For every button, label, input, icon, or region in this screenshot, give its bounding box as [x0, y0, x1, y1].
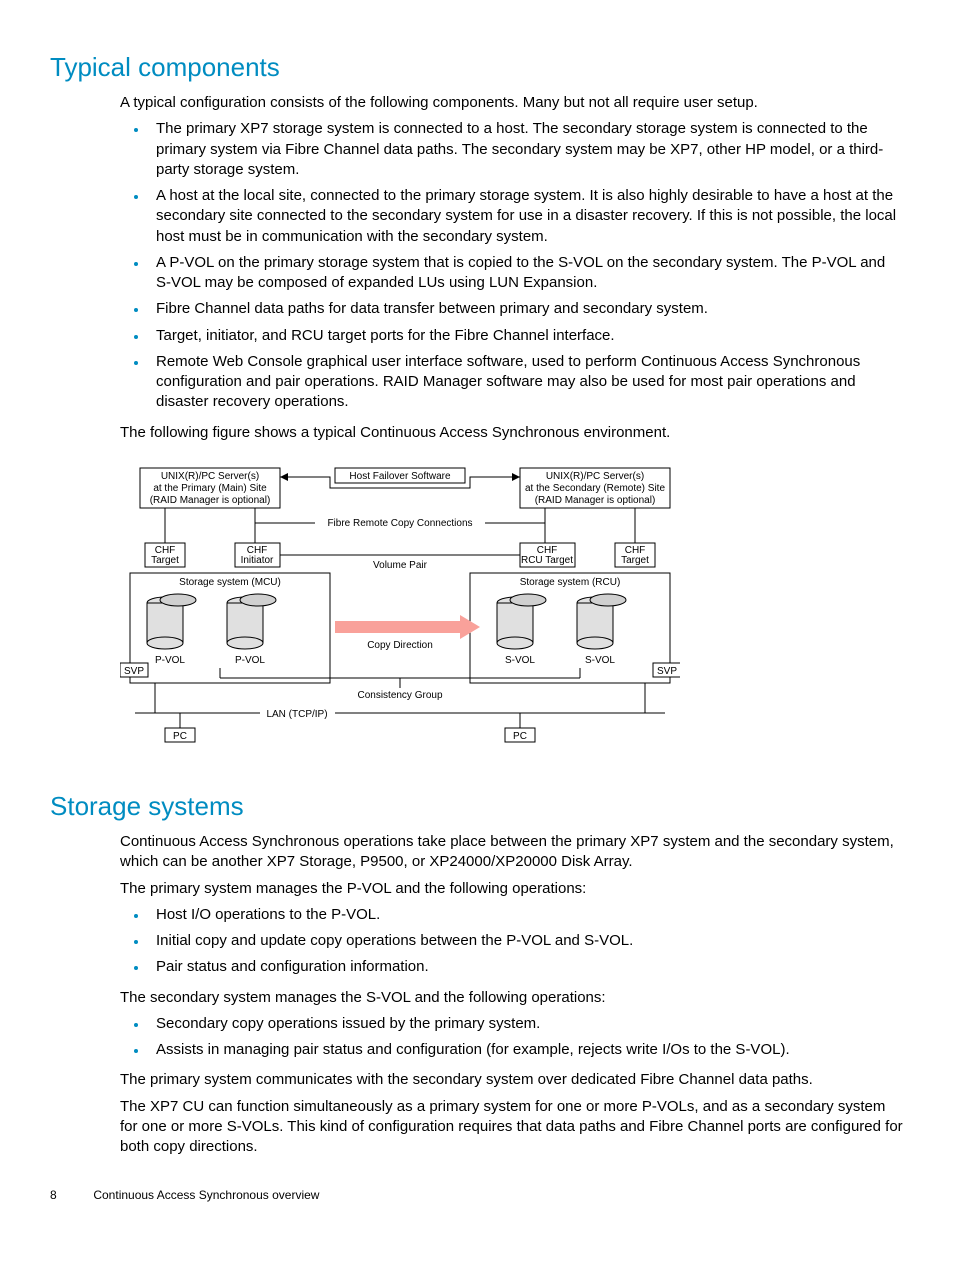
svg-label: UNIX(R)/PC Server(s): [161, 471, 259, 482]
paragraph: The primary system communicates with the…: [120, 1070, 904, 1090]
svg-label: S-VOL: [585, 655, 615, 666]
figure-caption: The following figure shows a typical Con…: [120, 423, 904, 443]
svg-label: Target: [151, 555, 179, 566]
svg-label: Initiator: [241, 555, 274, 566]
heading-typical-components: Typical components: [50, 50, 904, 85]
svg-label: S-VOL: [505, 655, 535, 666]
list-item: Initial copy and update copy operations …: [148, 931, 904, 951]
list-item: Assists in managing pair status and conf…: [148, 1040, 904, 1060]
svg-label: (RAID Manager is optional): [535, 495, 656, 506]
list-item: Secondary copy operations issued by the …: [148, 1014, 904, 1034]
svg-label: Copy Direction: [367, 640, 433, 651]
heading-storage-systems: Storage systems: [50, 789, 904, 824]
intro-text: A typical configuration consists of the …: [120, 93, 904, 113]
paragraph: The secondary system manages the S-VOL a…: [120, 988, 904, 1008]
svg-label: PC: [173, 731, 187, 742]
list-item: Fibre Channel data paths for data transf…: [148, 299, 904, 319]
svg-label: at the Secondary (Remote) Site: [525, 483, 666, 494]
svg-label: SVP: [657, 666, 677, 677]
svg-label: Target: [621, 555, 649, 566]
list-item: Host I/O operations to the P-VOL.: [148, 905, 904, 925]
svg-label: SVP: [124, 666, 144, 677]
svg-label: at the Primary (Main) Site: [153, 483, 267, 494]
page-number: 8: [50, 1187, 90, 1203]
primary-ops-list: Host I/O operations to the P-VOL. Initia…: [120, 905, 904, 978]
paragraph: Continuous Access Synchronous operations…: [120, 832, 904, 873]
component-list: The primary XP7 storage system is connec…: [120, 119, 904, 412]
svg-label: Storage system (MCU): [179, 577, 281, 588]
svg-label: RCU Target: [521, 555, 573, 566]
svg-label: PC: [513, 731, 527, 742]
svg-label: Host Failover Software: [349, 471, 451, 482]
list-item: Remote Web Console graphical user interf…: [148, 352, 904, 413]
svg-label: P-VOL: [155, 655, 185, 666]
svg-label: Volume Pair: [373, 560, 428, 571]
svg-label: Consistency Group: [357, 690, 442, 701]
footer-title: Continuous Access Synchronous overview: [93, 1188, 319, 1202]
svg-label: LAN (TCP/IP): [266, 709, 327, 720]
list-item: The primary XP7 storage system is connec…: [148, 119, 904, 180]
svg-label: UNIX(R)/PC Server(s): [546, 471, 644, 482]
paragraph: The XP7 CU can function simultaneously a…: [120, 1097, 904, 1158]
list-item: Pair status and configuration informatio…: [148, 957, 904, 977]
list-item: Target, initiator, and RCU target ports …: [148, 326, 904, 346]
svg-label: Fibre Remote Copy Connections: [327, 518, 472, 529]
svg-label: P-VOL: [235, 655, 265, 666]
secondary-ops-list: Secondary copy operations issued by the …: [120, 1014, 904, 1061]
list-item: A P-VOL on the primary storage system th…: [148, 253, 904, 294]
list-item: A host at the local site, connected to t…: [148, 186, 904, 247]
svg-label: (RAID Manager is optional): [150, 495, 271, 506]
paragraph: The primary system manages the P-VOL and…: [120, 879, 904, 899]
architecture-diagram: UNIX(R)/PC Server(s) at the Primary (Mai…: [120, 463, 904, 769]
svg-label: Storage system (RCU): [520, 577, 621, 588]
page-footer: 8 Continuous Access Synchronous overview: [50, 1187, 904, 1203]
